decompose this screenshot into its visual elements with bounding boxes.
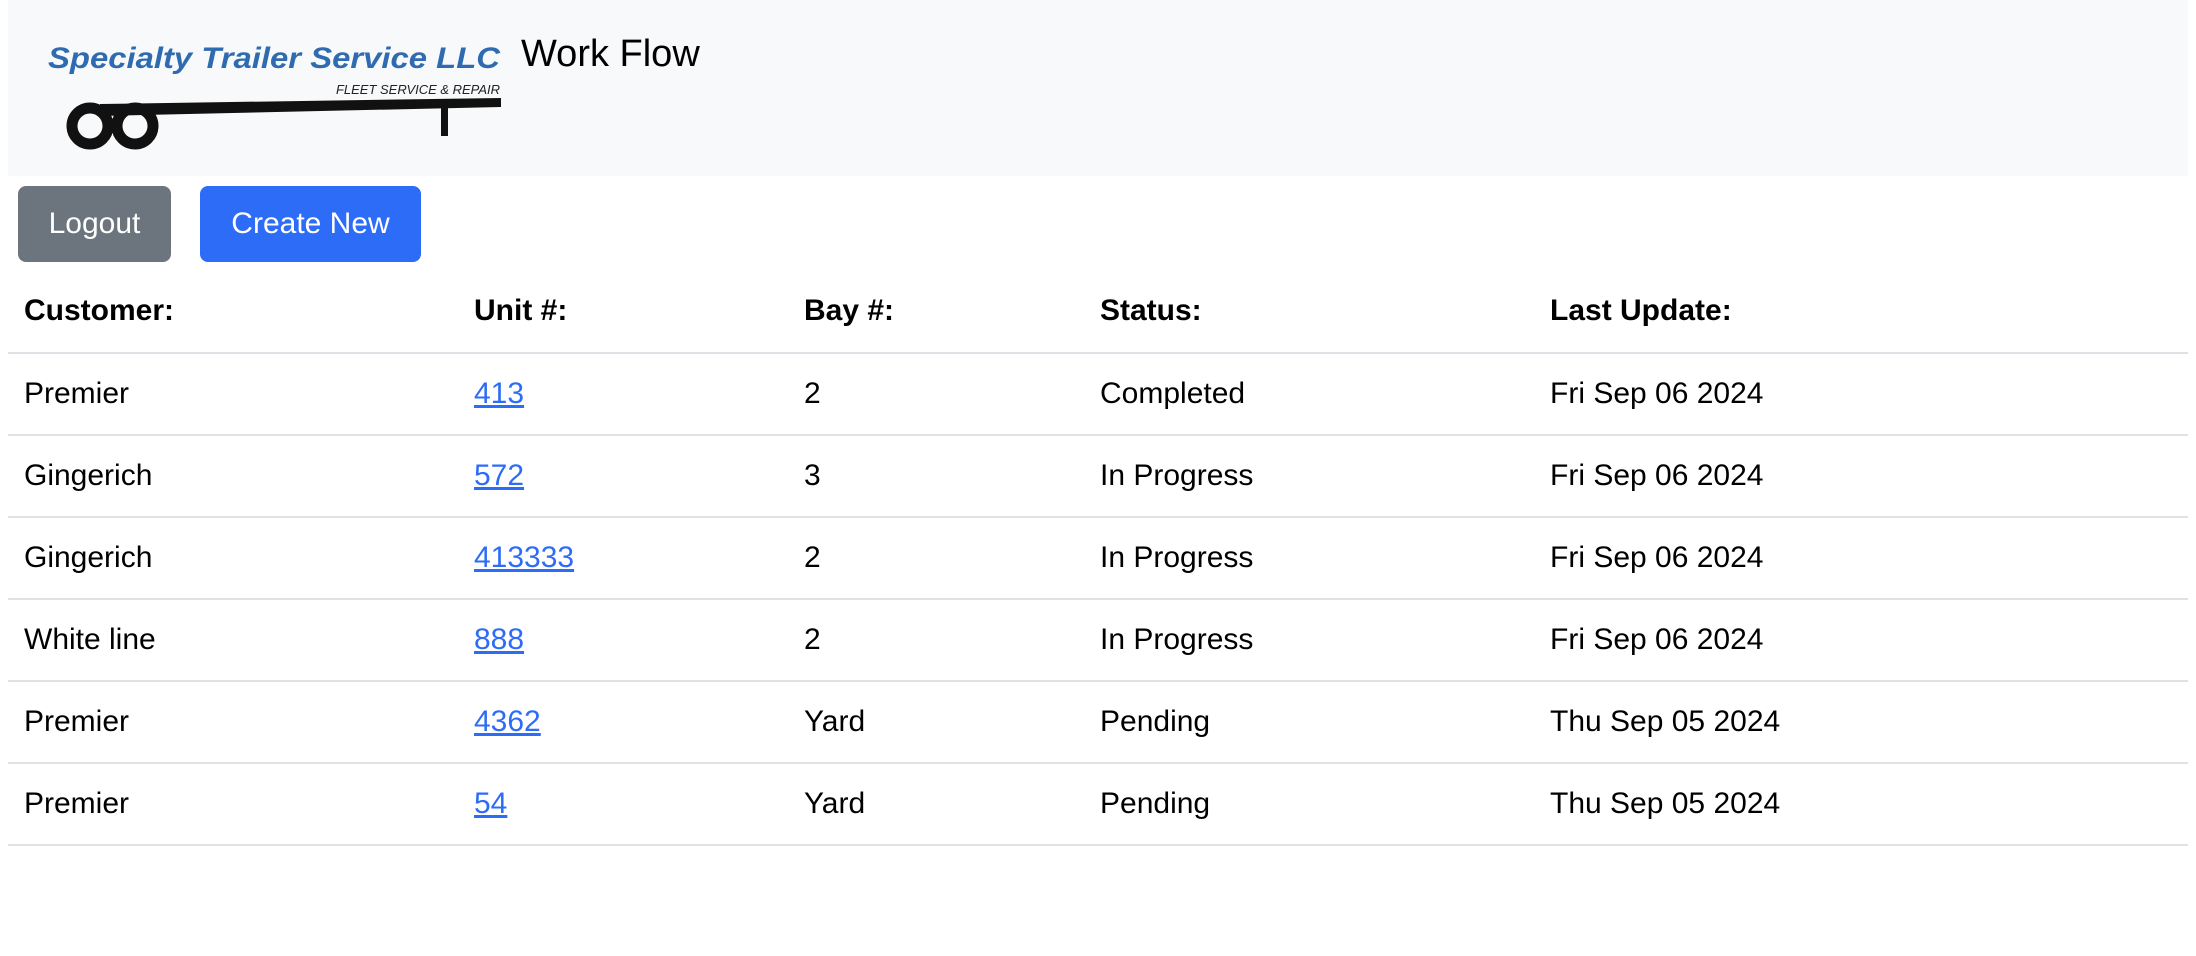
status-cell: Pending — [1084, 681, 1534, 764]
customer-cell: Gingerich — [8, 517, 458, 600]
bay-cell: 2 — [788, 353, 1084, 436]
status-cell: Pending — [1084, 763, 1534, 846]
status-cell: In Progress — [1084, 435, 1534, 518]
column-header-last-update: Last Update: — [1534, 270, 2188, 354]
bay-cell: Yard — [788, 763, 1084, 846]
bay-cell: 2 — [788, 517, 1084, 600]
logout-button[interactable]: Logout — [18, 186, 171, 262]
status-cell: In Progress — [1084, 599, 1534, 682]
unit-link[interactable]: 54 — [474, 787, 507, 820]
unit-link[interactable]: 413 — [474, 377, 524, 410]
status-cell: Completed — [1084, 353, 1534, 436]
table-row: Premier 4362 Yard Pending Thu Sep 05 202… — [8, 681, 2188, 764]
last-update-cell: Fri Sep 06 2024 — [1534, 353, 2188, 436]
table-row: Premier 413 2 Completed Fri Sep 06 2024 — [8, 353, 2188, 436]
bay-cell: 2 — [788, 599, 1084, 682]
logo-tagline: FLEET SERVICE & REPAIR — [336, 82, 500, 97]
customer-cell: White line — [8, 599, 458, 682]
last-update-cell: Fri Sep 06 2024 — [1534, 517, 2188, 600]
unit-link[interactable]: 572 — [474, 459, 524, 492]
table-row: Gingerich 572 3 In Progress Fri Sep 06 2… — [8, 435, 2188, 518]
unit-link[interactable]: 888 — [474, 623, 524, 656]
bay-cell: 3 — [788, 435, 1084, 518]
table-row: Gingerich 413333 2 In Progress Fri Sep 0… — [8, 517, 2188, 600]
unit-link[interactable]: 413333 — [474, 541, 574, 574]
last-update-cell: Fri Sep 06 2024 — [1534, 435, 2188, 518]
trailer-leg-shape — [441, 102, 448, 136]
workflow-table: Customer: Unit #: Bay #: Status: Last Up… — [8, 270, 2188, 846]
last-update-cell: Thu Sep 05 2024 — [1534, 763, 2188, 846]
table-row: Premier 54 Yard Pending Thu Sep 05 2024 — [8, 763, 2188, 846]
customer-cell: Premier — [8, 353, 458, 436]
logo-company-name: Specialty Trailer Service LLC — [48, 42, 501, 75]
table-row: White line 888 2 In Progress Fri Sep 06 … — [8, 599, 2188, 682]
trailer-wheel-shape — [66, 102, 114, 150]
last-update-cell: Thu Sep 05 2024 — [1534, 681, 2188, 764]
company-logo[interactable]: Specialty Trailer Service LLC FLEET SERV… — [38, 30, 508, 150]
customer-cell: Premier — [8, 681, 458, 764]
column-header-status: Status: — [1084, 270, 1534, 354]
trailer-wheel-shape — [111, 102, 159, 150]
last-update-cell: Fri Sep 06 2024 — [1534, 599, 2188, 682]
column-header-bay: Bay #: — [788, 270, 1084, 354]
bay-cell: Yard — [788, 681, 1084, 764]
trailer-deck-shape — [100, 98, 501, 116]
create-new-button[interactable]: Create New — [200, 186, 421, 262]
status-cell: In Progress — [1084, 517, 1534, 600]
navbar: Specialty Trailer Service LLC FLEET SERV… — [8, 0, 2188, 176]
page-title: Work Flow — [521, 33, 700, 75]
column-header-customer: Customer: — [8, 270, 458, 354]
customer-cell: Premier — [8, 763, 458, 846]
column-header-unit: Unit #: — [458, 270, 788, 354]
unit-link[interactable]: 4362 — [474, 705, 541, 738]
customer-cell: Gingerich — [8, 435, 458, 518]
table-header-row: Customer: Unit #: Bay #: Status: Last Up… — [8, 270, 2188, 354]
